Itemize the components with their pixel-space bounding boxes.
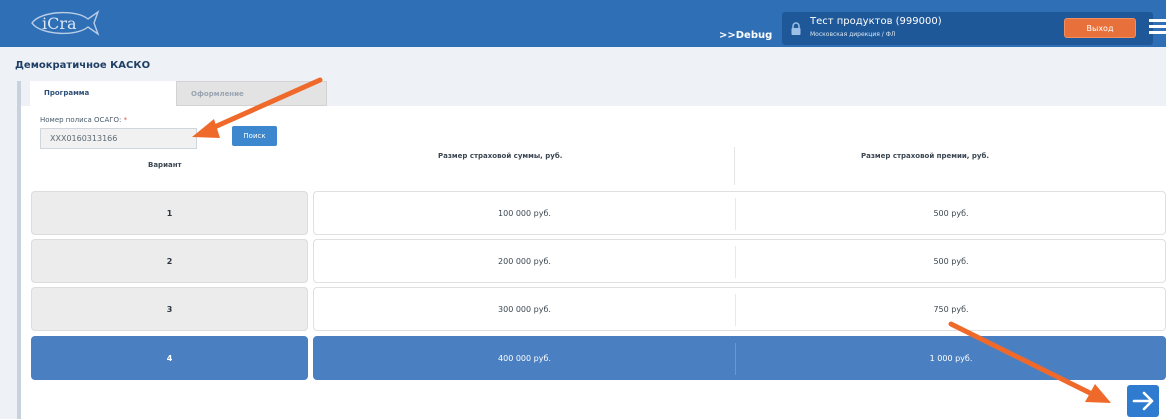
user-panel: Тест продуктов (999000) Московская дирек…	[782, 12, 1153, 45]
tab-registration[interactable]: Оформление	[176, 81, 327, 106]
hamburger-menu-icon[interactable]	[1149, 19, 1166, 37]
table-row[interactable]: 300 000 руб. 750 руб.	[313, 287, 1166, 331]
user-subtitle: Московская дирекция / ФЛ	[810, 31, 896, 38]
icra-logo[interactable]: iCra	[30, 9, 100, 37]
variant-number: 2	[166, 257, 173, 266]
policy-number-input[interactable]	[40, 128, 197, 149]
user-name: Тест продуктов (999000)	[810, 16, 942, 27]
header-sum: Размер страховой суммы, руб.	[438, 152, 563, 160]
debug-link[interactable]: >>Debug	[719, 30, 772, 41]
table-row[interactable]: 100 000 руб. 500 руб.	[313, 191, 1166, 235]
premium-cell: 1 000 руб.	[929, 354, 973, 363]
table-row[interactable]: 200 000 руб. 500 руб.	[313, 239, 1166, 283]
sum-cell: 100 000 руб.	[498, 209, 551, 218]
variant-number: 4	[166, 354, 173, 363]
logo-text: iCra	[42, 14, 77, 33]
next-button[interactable]	[1127, 385, 1159, 417]
sum-cell: 400 000 руб.	[498, 354, 551, 363]
variant-cell-3[interactable]: 3	[31, 287, 308, 331]
policy-label: Номер полиса ОСАГО: *	[40, 116, 127, 124]
variant-cell-2[interactable]: 2	[31, 239, 308, 283]
header-variant: Вариант	[148, 161, 182, 169]
required-mark: *	[123, 116, 128, 124]
tab-program[interactable]: Программа	[30, 81, 176, 106]
app-header: iCra >>Debug Тест продуктов (999000) Мос…	[0, 0, 1166, 47]
premium-cell: 500 руб.	[933, 257, 969, 266]
sum-cell: 200 000 руб.	[498, 257, 551, 266]
page-title: Демократичное КАСКО	[15, 60, 151, 71]
search-button[interactable]: Поиск	[232, 126, 277, 146]
variant-number: 1	[166, 209, 173, 218]
logout-button[interactable]: Выход	[1064, 18, 1136, 38]
variant-cell-1[interactable]: 1	[31, 191, 308, 235]
premium-cell: 500 руб.	[933, 209, 969, 218]
policy-label-text: Номер полиса ОСАГО:	[40, 116, 122, 124]
arrow-right-icon	[1132, 391, 1154, 411]
table-row-selected[interactable]: 400 000 руб. 1 000 руб.	[313, 336, 1166, 380]
variant-cell-4-selected[interactable]: 4	[31, 336, 308, 380]
sum-cell: 300 000 руб.	[498, 305, 551, 314]
premium-cell: 750 руб.	[933, 305, 969, 314]
header-premium: Размер страховой премии, руб.	[861, 152, 990, 160]
variant-number: 3	[166, 305, 173, 314]
lock-icon	[790, 21, 802, 35]
header-divider	[734, 147, 735, 185]
